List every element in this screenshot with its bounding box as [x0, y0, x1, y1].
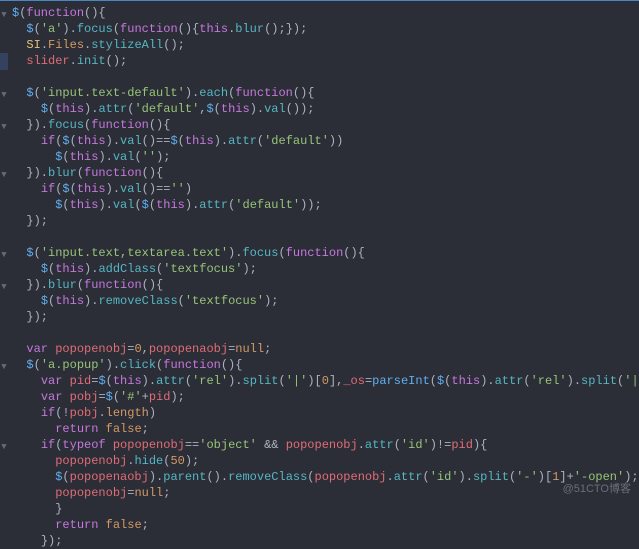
code-line[interactable]: $('a').focus(function(){this.blur();});	[0, 21, 639, 37]
code-content[interactable]: if($(this).val()=='')	[8, 181, 192, 197]
code-content[interactable]: popopenobj=null;	[8, 485, 170, 501]
gutter-blank	[0, 373, 8, 375]
code-line[interactable]: $(this).addClass('textfocus');	[0, 261, 639, 277]
code-content[interactable]: if($(this).val()==$(this).attr('default'…	[8, 133, 343, 149]
code-line[interactable]: });	[0, 309, 639, 325]
code-content[interactable]: $('a').focus(function(){this.blur();});	[8, 21, 307, 37]
code-line[interactable]: $(popopenaobj).parent().removeClass(popo…	[0, 469, 639, 485]
watermark: @51CTO博客	[563, 480, 631, 496]
code-content[interactable]: $(function(){	[8, 5, 106, 21]
code-content[interactable]: var pid=$(this).attr('rel').split('|')[0…	[8, 373, 639, 389]
code-line[interactable]: $(this).removeClass('textfocus');	[0, 293, 639, 309]
code-line[interactable]: SI.Files.stylizeAll();	[0, 37, 639, 53]
code-content[interactable]: slider.init();	[8, 53, 127, 69]
code-content[interactable]: $(this).addClass('textfocus');	[8, 261, 257, 277]
code-line[interactable]: ▼ }).blur(function(){	[0, 277, 639, 293]
gutter-blank	[0, 101, 8, 103]
gutter-blank	[0, 261, 8, 263]
code-line[interactable]	[0, 69, 639, 85]
code-line[interactable]: $(this).attr('default',$(this).val());	[0, 101, 639, 117]
code-line[interactable]: });	[0, 213, 639, 229]
code-line[interactable]: if($(this).val()=='')	[0, 181, 639, 197]
gutter-blank	[0, 37, 8, 39]
code-content[interactable]: });	[8, 213, 48, 229]
gutter-blank	[0, 517, 8, 519]
code-line[interactable]: popopenobj=null;	[0, 485, 639, 501]
gutter-blank	[0, 453, 8, 455]
code-line[interactable]: return false;	[0, 421, 639, 437]
code-editor[interactable]: ▼$(function(){ $('a').focus(function(){t…	[0, 1, 639, 549]
code-content[interactable]: if(typeof popopenobj=='object' && popope…	[8, 437, 487, 453]
code-line[interactable]: slider.init();	[0, 53, 639, 69]
gutter-blank	[0, 149, 8, 151]
gutter-blank	[0, 341, 8, 343]
code-content[interactable]: $(this).removeClass('textfocus');	[8, 293, 278, 309]
code-content[interactable]: if(!pobj.length)	[8, 405, 156, 421]
code-line[interactable]: if($(this).val()==$(this).attr('default'…	[0, 133, 639, 149]
code-line[interactable]: popopenobj.hide(50);	[0, 453, 639, 469]
gutter-blank	[0, 501, 8, 503]
code-content[interactable]: return false;	[8, 517, 149, 533]
code-content[interactable]: $('input.text-default').each(function(){	[8, 85, 314, 101]
code-content[interactable]: $(this).val($(this).attr('default'));	[8, 197, 322, 213]
gutter-blank	[0, 293, 8, 295]
code-content[interactable]: var popopenobj=0,popopenaobj=null;	[8, 341, 271, 357]
gutter-blank	[0, 405, 8, 407]
code-line[interactable]: var pobj=$('#'+pid);	[0, 389, 639, 405]
code-content[interactable]: $(this).attr('default',$(this).val());	[8, 101, 315, 117]
code-content[interactable]: $('input.text,textarea.text').focus(func…	[8, 245, 365, 261]
gutter-blank	[0, 421, 8, 423]
code-content[interactable]: $(this).val('');	[8, 149, 170, 165]
code-line[interactable]: var pid=$(this).attr('rel').split('|')[0…	[0, 373, 639, 389]
gutter-blank	[0, 213, 8, 215]
code-line[interactable]: ▼ $('input.text-default').each(function(…	[0, 85, 639, 101]
code-content[interactable]: }).blur(function(){	[8, 165, 163, 181]
code-content[interactable]: SI.Files.stylizeAll();	[8, 37, 185, 53]
gutter-blank	[0, 21, 8, 23]
gutter-blank	[0, 389, 8, 391]
code-content[interactable]: });	[8, 533, 62, 549]
code-content[interactable]: }).blur(function(){	[8, 277, 163, 293]
code-content[interactable]: var pobj=$('#'+pid);	[8, 389, 185, 405]
code-line[interactable]: ▼ $('a.popup').click(function(){	[0, 357, 639, 373]
code-line[interactable]: ▼ }).focus(function(){	[0, 117, 639, 133]
code-line[interactable]: ▼ $('input.text,textarea.text').focus(fu…	[0, 245, 639, 261]
gutter-blank	[0, 133, 8, 135]
code-line[interactable]: return false;	[0, 517, 639, 533]
gutter-blank	[0, 533, 8, 535]
gutter-blank	[0, 197, 8, 199]
gutter-blank	[0, 485, 8, 487]
code-line[interactable]: ▼ }).blur(function(){	[0, 165, 639, 181]
code-content[interactable]: }	[8, 501, 62, 517]
gutter-blank	[0, 469, 8, 471]
code-line[interactable]: $(this).val($(this).attr('default'));	[0, 197, 639, 213]
code-line[interactable]	[0, 325, 639, 341]
code-line[interactable]: ▼$(function(){	[0, 5, 639, 21]
gutter-blank	[0, 309, 8, 311]
code-line[interactable]: if(!pobj.length)	[0, 405, 639, 421]
gutter-highlight	[0, 53, 8, 70]
code-content[interactable]: return false;	[8, 421, 149, 437]
code-content[interactable]: }).focus(function(){	[8, 117, 170, 133]
code-line[interactable]: });	[0, 533, 639, 549]
code-content[interactable]	[8, 325, 26, 341]
code-content[interactable]: $(popopenaobj).parent().removeClass(popo…	[8, 469, 639, 485]
code-line[interactable]: }	[0, 501, 639, 517]
gutter-blank	[0, 229, 8, 231]
code-line[interactable]: var popopenobj=0,popopenaobj=null;	[0, 341, 639, 357]
code-content[interactable]: });	[8, 309, 48, 325]
code-line[interactable]: ▼ if(typeof popopenobj=='object' && popo…	[0, 437, 639, 453]
code-content[interactable]: popopenobj.hide(50);	[8, 453, 199, 469]
code-line[interactable]	[0, 229, 639, 245]
gutter-blank	[0, 325, 8, 327]
code-content[interactable]	[8, 69, 41, 85]
code-line[interactable]: $(this).val('');	[0, 149, 639, 165]
code-content[interactable]	[8, 229, 26, 245]
code-content[interactable]: $('a.popup').click(function(){	[8, 357, 242, 373]
gutter-blank	[0, 181, 8, 183]
